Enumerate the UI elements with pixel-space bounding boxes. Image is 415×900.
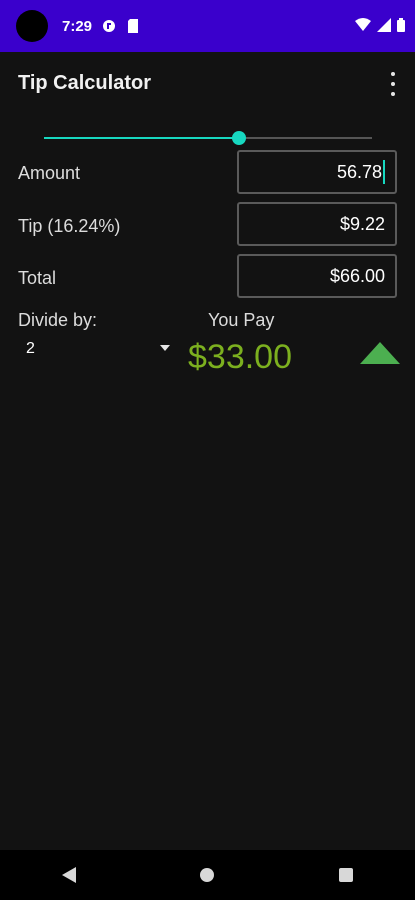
back-icon[interactable] <box>62 867 77 883</box>
navigation-bar <box>0 850 415 900</box>
amount-value: 56.78 <box>336 161 382 182</box>
divide-by-spinner[interactable]: 2 <box>18 336 170 362</box>
app-bar: Tip Calculator <box>0 52 415 116</box>
status-time: 7:29 <box>62 17 93 35</box>
app-title: Tip Calculator <box>18 72 151 94</box>
slider-fill <box>44 137 240 139</box>
divide-by-label: Divide by: <box>18 310 98 330</box>
wifi-icon <box>355 17 371 37</box>
status-bar: 7:29 <box>0 0 415 52</box>
tip-field[interactable]: $9.22 <box>237 202 397 246</box>
up-arrow-icon[interactable] <box>360 342 400 364</box>
tip-percent-slider[interactable] <box>44 128 372 148</box>
slider-thumb[interactable] <box>232 131 247 145</box>
total-value: $66.00 <box>329 265 385 286</box>
tip-value: $9.22 <box>339 213 385 234</box>
sim-card-icon <box>126 19 140 33</box>
you-pay-label: You Pay <box>208 310 275 330</box>
recents-icon[interactable] <box>338 868 353 882</box>
divide-by-value: 2 <box>26 340 35 357</box>
tip-label: Tip (16.24%) <box>18 216 121 236</box>
dropdown-arrow-icon <box>160 345 170 351</box>
amount-input[interactable]: 56.78 <box>237 150 397 194</box>
signal-icon <box>377 17 391 37</box>
data-saver-icon <box>102 19 116 33</box>
camera-cutout <box>16 10 48 42</box>
total-field[interactable]: $66.00 <box>237 254 397 298</box>
battery-icon <box>397 17 405 37</box>
text-cursor <box>383 160 385 184</box>
overflow-menu-icon[interactable] <box>385 72 401 96</box>
amount-label: Amount <box>18 163 81 183</box>
home-icon[interactable] <box>200 868 215 882</box>
you-pay-amount: $33.00 <box>188 338 292 376</box>
total-label: Total <box>18 268 57 288</box>
